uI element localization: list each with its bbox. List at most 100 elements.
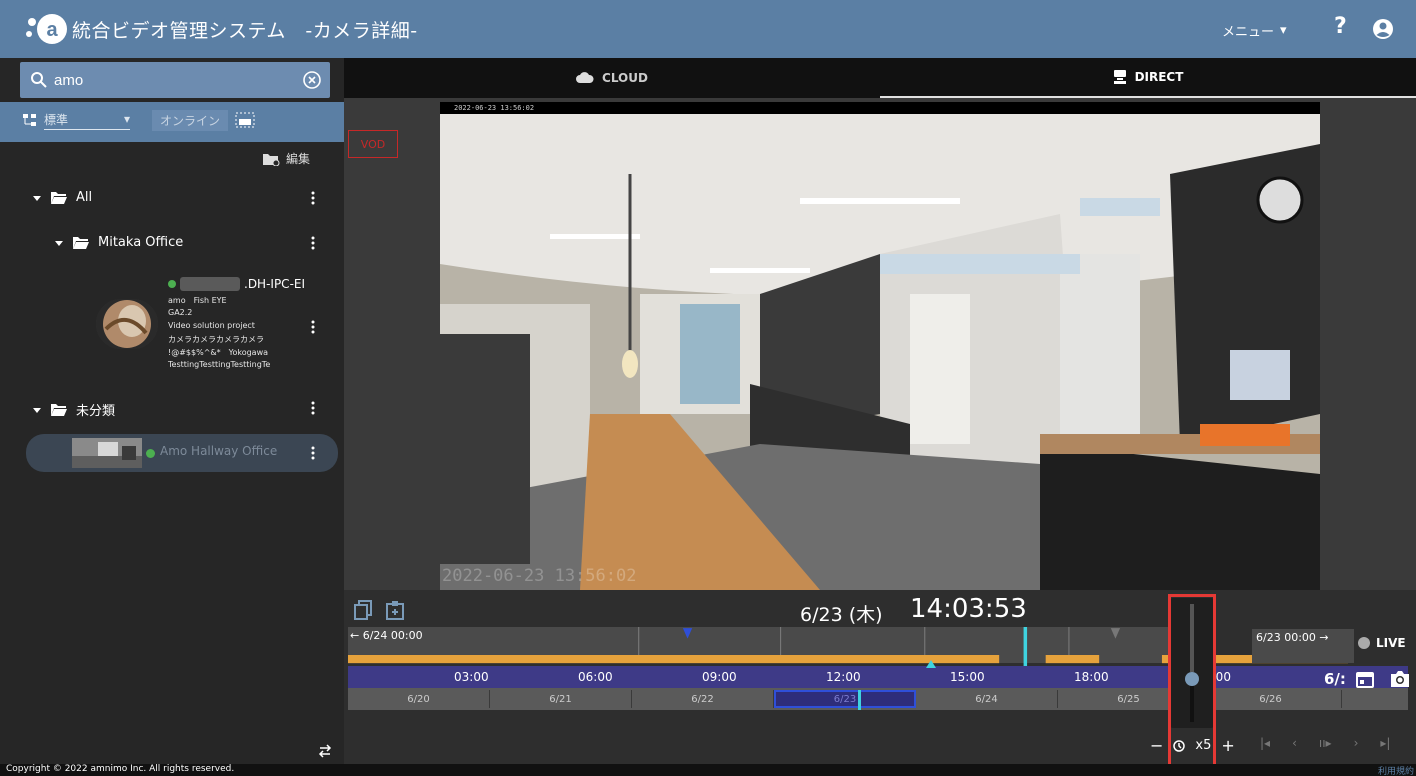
tab-direct[interactable]: DIRECT <box>880 58 1416 98</box>
chevron-down-icon: ▾ <box>1280 23 1287 38</box>
video-player[interactable]: 2022-06-23 13:56:02 2022-06-23 13:56:02 <box>440 102 1320 590</box>
days-scale: 6/20 6/21 6/22 6/23 6/24 6/25 6/26 <box>348 688 1408 710</box>
edit-button[interactable]: 編集 <box>262 150 310 167</box>
playback-buttons: |◂ ‹ ıı▸ › ▸| <box>1260 736 1390 750</box>
day-cell-current[interactable]: 6/23 <box>774 690 916 710</box>
hour-label: 06:00 <box>578 670 613 684</box>
camera-detail-line: Video solution project <box>168 321 255 330</box>
tree-item-uncategorized[interactable]: 未分類 <box>32 400 115 419</box>
skip-end-icon[interactable]: ▸| <box>1380 736 1390 750</box>
speed-increase-button[interactable]: + <box>1221 736 1234 755</box>
speed-value: x5 <box>1195 738 1212 753</box>
search-box <box>20 62 330 98</box>
tree-view-icon <box>23 114 36 126</box>
caret-down-icon <box>33 195 41 201</box>
swap-arrows-icon[interactable] <box>318 744 332 758</box>
live-label: LIVE <box>1376 636 1406 650</box>
camera-sidebar: 標準 ▾ オンライン 編集 All <box>0 58 344 764</box>
amnimo-logo: a <box>26 14 67 44</box>
source-tabs: CLOUD DIRECT <box>344 58 1416 98</box>
calendar-icon[interactable] <box>1356 670 1374 688</box>
copyright-text: Copyright © 2022 amnimo Inc. All rights … <box>6 764 235 774</box>
speed-control: − x5 + <box>1150 736 1235 755</box>
copy-icon[interactable] <box>354 600 372 620</box>
hour-label: 03:00 <box>454 670 489 684</box>
caret-down-icon <box>33 407 41 413</box>
hour-label: 09:00 <box>702 670 737 684</box>
terms-link[interactable]: 利用規約 <box>1378 764 1414 776</box>
day-cell[interactable]: 6/24 <box>916 690 1058 708</box>
date-short-label: 6/: <box>1324 670 1346 688</box>
day-cell[interactable]: 6/21 <box>490 690 632 708</box>
more-vert-icon[interactable] <box>310 191 316 205</box>
timeline-track[interactable]: ← 6/24 00:00 <box>348 627 1348 668</box>
playhead-marker-icon <box>926 660 936 668</box>
camera-thumbnail <box>72 438 142 468</box>
app-header: a 統合ビデオ管理システム -カメラ詳細- メニュー ▾ ? <box>0 0 1416 58</box>
menu-dropdown[interactable]: メニュー ▾ <box>1222 21 1287 40</box>
timeline-prev-button[interactable]: ← 6/24 00:00 <box>350 629 423 642</box>
speed-icon <box>1173 739 1186 752</box>
day-cell[interactable]: 6/20 <box>348 690 490 708</box>
app-title: 統合ビデオ管理システム -カメラ詳細- <box>72 20 418 42</box>
tree-item-all[interactable]: All <box>32 190 92 205</box>
filter-bar: 標準 ▾ オンライン <box>0 102 344 142</box>
more-vert-icon[interactable] <box>310 236 316 250</box>
online-filter-button[interactable]: オンライン <box>152 109 229 131</box>
svg-text:a: a <box>46 19 58 41</box>
tree-label-mitaka-office: Mitaka Office <box>98 235 184 250</box>
edit-label: 編集 <box>286 152 311 166</box>
step-forward-icon[interactable]: › <box>1354 736 1359 750</box>
tree-type-value: 標準 <box>44 112 69 127</box>
hour-label: 18:00 <box>1074 670 1109 684</box>
day-cell[interactable]: 6/26 <box>1200 690 1342 708</box>
camera-detail-line: TesttingTesttingTesttingTe <box>168 360 271 369</box>
play-frame-icon[interactable]: ıı▸ <box>1319 736 1332 750</box>
playback-time: 14:03:53 <box>910 594 1027 624</box>
main-panel: CLOUD DIRECT VOD 2022-06-23 13:56:02 202… <box>344 58 1416 776</box>
selected-camera-item[interactable]: Amo Hallway Office <box>26 434 338 472</box>
folder-settings-icon <box>263 153 280 166</box>
footer: Copyright © 2022 amnimo Inc. All rights … <box>0 764 1416 776</box>
search-input[interactable] <box>54 68 294 92</box>
thumbnail-toggle-icon[interactable] <box>234 111 256 129</box>
speed-decrease-button[interactable]: − <box>1150 736 1163 755</box>
live-button[interactable]: LIVE <box>1358 636 1406 650</box>
camera-video-feed <box>440 114 1320 590</box>
more-vert-icon[interactable] <box>310 320 316 334</box>
clear-search-icon[interactable] <box>302 70 322 90</box>
day-cell[interactable]: 6/22 <box>632 690 774 708</box>
clip-export-icon[interactable] <box>386 600 404 620</box>
camera-list-item[interactable]: .DH-IPC-EI amo Fish EYE GA2.2 Video solu… <box>96 271 326 381</box>
camera-detail-line: カメラカメラカメラカメラ <box>168 335 264 344</box>
camera-detail-line: GA2.2 <box>168 308 193 317</box>
tree-item-mitaka-office[interactable]: Mitaka Office <box>54 235 183 250</box>
hour-label: 12:00 <box>826 670 861 684</box>
cloud-icon <box>576 72 594 83</box>
snapshot-camera-icon[interactable] <box>1390 670 1410 688</box>
video-timestamp-watermark: 2022-06-23 13:56:02 <box>442 566 637 586</box>
playback-date: 6/23 (木) <box>800 604 883 626</box>
more-vert-icon[interactable] <box>310 401 316 415</box>
more-vert-icon[interactable] <box>310 446 316 460</box>
account-icon[interactable] <box>1372 18 1394 40</box>
speed-slider[interactable] <box>1170 598 1214 728</box>
tab-label: DIRECT <box>1134 70 1184 84</box>
skip-start-icon[interactable]: |◂ <box>1260 736 1270 750</box>
step-back-icon[interactable]: ‹ <box>1292 736 1297 750</box>
tab-cloud[interactable]: CLOUD <box>344 58 880 98</box>
live-status-dot <box>1358 637 1370 649</box>
day-playhead <box>858 690 861 710</box>
menu-label: メニュー <box>1222 25 1275 40</box>
slider-knob[interactable] <box>1185 672 1199 686</box>
selected-camera-name: Amo Hallway Office <box>160 444 278 458</box>
caret-down-icon <box>55 240 63 246</box>
camera-name-suffix: .DH-IPC-EI <box>244 277 306 291</box>
help-button[interactable]: ? <box>1334 14 1347 39</box>
hour-label: 15:00 <box>950 670 985 684</box>
camera-thumbnail <box>96 299 158 349</box>
tree-type-select[interactable]: 標準 ▾ <box>44 111 130 130</box>
folder-open-icon <box>51 191 67 204</box>
timeline-next-button[interactable]: 6/23 00:00 → <box>1252 629 1354 663</box>
camera-detail-line: !@#$$%^&* Yokogawa <box>168 348 269 357</box>
